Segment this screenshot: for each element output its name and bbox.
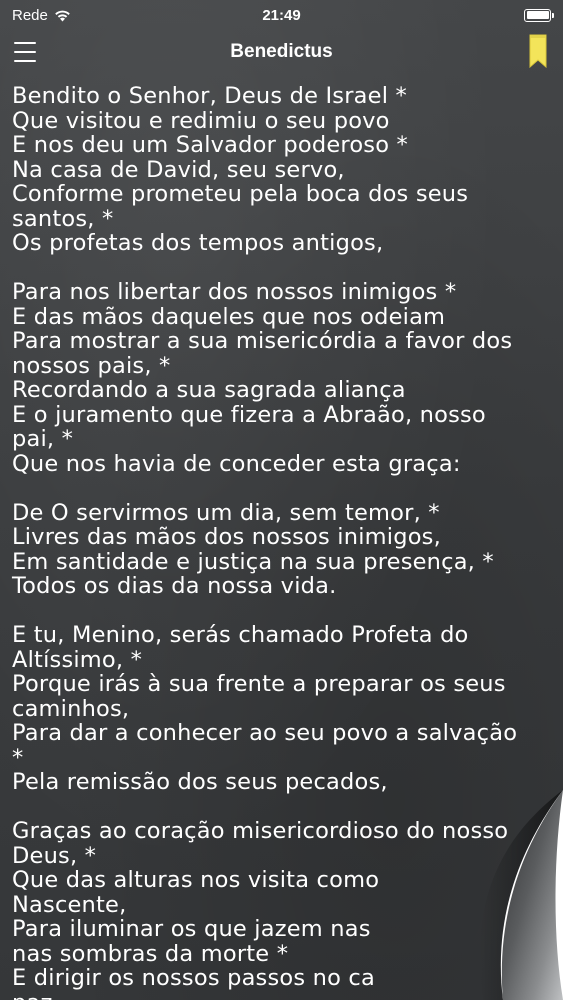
verse-line: Pela remissão dos seus pecados,: [12, 769, 388, 795]
stanza: Bendito o Senhor, Deus de Israel * Que vi…: [12, 84, 557, 256]
verse-line: *: [12, 744, 24, 771]
bookmark-icon[interactable]: [529, 34, 547, 72]
verse-line: E tu, Menino, serás chamado Profeta do: [12, 622, 469, 648]
verse-line: E dirigir os nossos passos no ca: [12, 965, 375, 991]
verse-line: Altíssimo, *: [12, 646, 143, 673]
page-title: Benedictus: [230, 41, 333, 62]
verse-line: E o juramento que fizera a Abraão, nosso: [12, 401, 486, 428]
verse-line: caminhos,: [12, 695, 130, 722]
canticle-text: Bendito o Senhor, Deus de Israel * Que vi…: [12, 84, 557, 1000]
verse-line: Os profetas dos tempos antigos,: [12, 230, 384, 256]
verse-line: santos, *: [12, 205, 114, 232]
verse-line: De O servirmos um dia, sem temor, *: [12, 499, 440, 526]
verse-line: Livres das mãos dos nossos inimigos,: [12, 524, 441, 550]
verse-line: Para dar a conhecer ao seu povo a salvaç…: [12, 720, 518, 746]
battery-level: [526, 11, 549, 19]
status-bar: Rede 21:49: [0, 0, 563, 30]
verse-line: Para iluminar os que jazem nas: [12, 916, 371, 942]
stanza: Para nos libertar dos nossos inimigos * E…: [12, 280, 557, 476]
verse-line: E nos deu um Salvador poderoso *: [12, 132, 408, 158]
verse-line: pai, *: [12, 426, 74, 452]
verse-line: Recordando a sua sagrada aliança: [12, 377, 406, 403]
verse-line: E das mãos daqueles que nos odeiam: [12, 303, 446, 330]
stanza: E tu, Menino, serás chamado Profeta do Al…: [12, 623, 557, 795]
verse-line: Que visitou e redimiu o seu povo: [12, 107, 390, 134]
status-left: Rede: [12, 7, 71, 24]
verse-line: paz.: [12, 990, 557, 1000]
carrier-label: Rede: [12, 6, 48, 24]
verse-line: Porque irás à sua frente a preparar os s…: [12, 671, 506, 697]
stanza: De O servirmos um dia, sem temor, * Livre…: [12, 499, 557, 599]
verse-line: Nascente,: [12, 891, 127, 918]
navigation-bar: Benedictus: [0, 30, 563, 74]
verse-line: Bendito o Senhor, Deus de Israel *: [12, 83, 407, 109]
verse-line: Para nos libertar dos nossos inimigos *: [12, 279, 457, 305]
status-time: 21:49: [262, 6, 301, 24]
stanza: Graças ao coração misericordioso do noss…: [12, 819, 557, 1000]
verse-line: nas sombras da morte *: [12, 940, 289, 967]
verse-line: Todos os dias da nossa vida.: [12, 573, 337, 599]
verse-line: Na casa de David, seu servo,: [12, 156, 345, 183]
hamburger-menu-icon[interactable]: [14, 42, 36, 62]
wifi-icon: [54, 9, 71, 22]
verse-line: Para mostrar a sua misericórdia a favor …: [12, 328, 513, 354]
verse-line: Que nos havia de conceder esta graça:: [12, 450, 461, 477]
verse-line: nossos pais, *: [12, 352, 171, 379]
verse-line: Graças ao coração misericordioso do noss…: [12, 818, 509, 844]
verse-line: Deus, *: [12, 842, 97, 869]
verse-line: Que das alturas nos visita como: [12, 867, 380, 893]
verse-line: Conforme prometeu pela boca dos seus: [12, 181, 469, 207]
battery-icon: [524, 8, 554, 22]
verse-line: Em santidade e justiça na sua presença, …: [12, 548, 494, 575]
